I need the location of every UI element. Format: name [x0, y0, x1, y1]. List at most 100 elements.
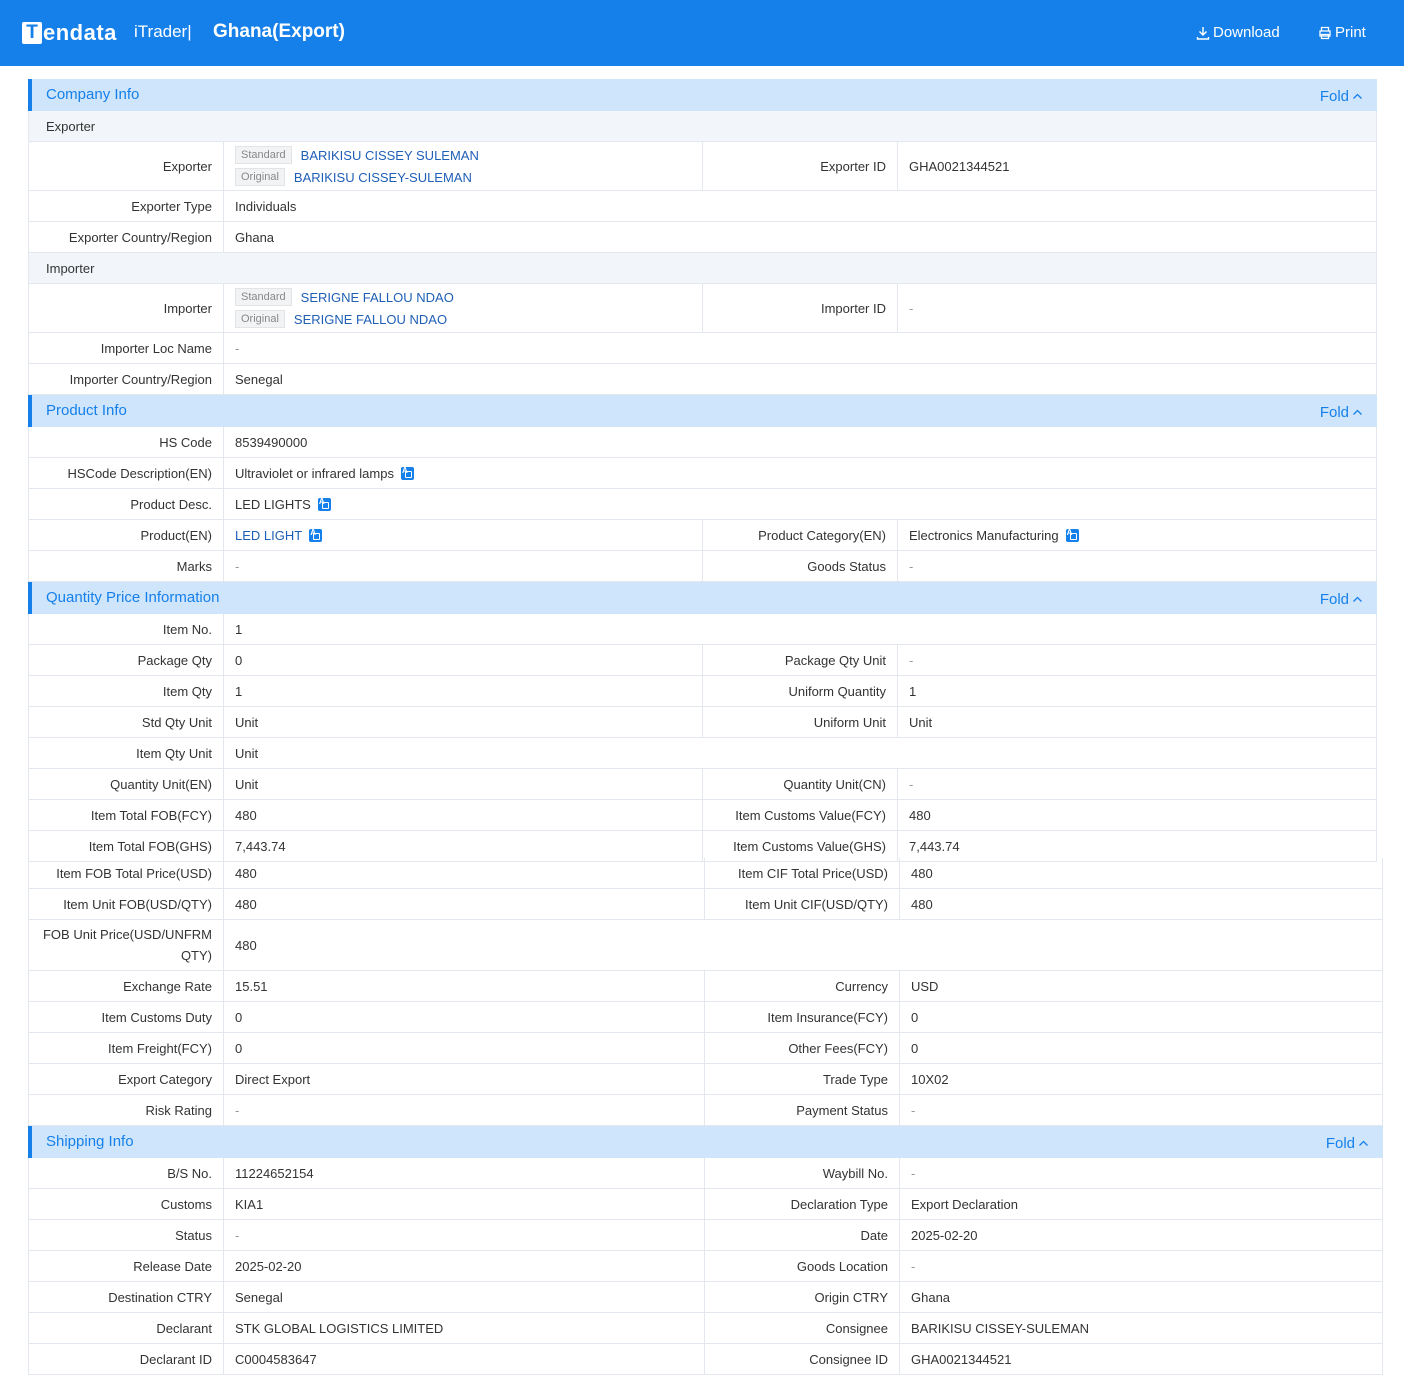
table-row: Declarant STK GLOBAL LOGISTICS LIMITED Con…: [28, 1313, 1383, 1344]
product-name: iTrader|: [134, 22, 192, 41]
field-label: Item Qty: [29, 676, 224, 706]
table-row: Customs KIA1 Declaration Type Export Declar…: [28, 1189, 1383, 1220]
importer-row: Importer Standard SERIGNE FALLOU NDAO Ori…: [28, 284, 1377, 333]
field-label: Exchange Rate: [29, 971, 224, 1001]
table-row: Item FOB Total Price(USD) 480 Item CIF Tot…: [28, 858, 1383, 889]
field-label: Exporter Country/Region: [29, 222, 224, 252]
shipping-info-header: Shipping Info Fold: [28, 1126, 1383, 1158]
chevron-up-icon: [1359, 1140, 1368, 1146]
product-en-link[interactable]: LED LIGHT: [235, 528, 302, 543]
exporter-original-link[interactable]: BARIKISU CISSEY-SULEMAN: [294, 170, 472, 185]
field-value: 0: [224, 1033, 705, 1063]
translate-icon[interactable]: [1065, 528, 1079, 542]
field-label: Goods Location: [705, 1251, 900, 1281]
product-en-row: Product(EN) LED LIGHT Product Category(E…: [28, 520, 1377, 551]
field-label: HS Code: [29, 427, 224, 457]
importer-standard-link[interactable]: SERIGNE FALLOU NDAO: [301, 290, 454, 305]
table-row: Exchange Rate 15.51 Currency USD: [28, 971, 1383, 1002]
quantity-rows-b: Item FOB Total Price(USD) 480 Item CIF Tot…: [28, 858, 1383, 1126]
field-value: KIA1: [224, 1189, 705, 1219]
field-label: Item Insurance(FCY): [705, 1002, 900, 1032]
field-value: Senegal: [235, 371, 283, 387]
field-value: Ghana: [235, 229, 275, 245]
fold-toggle[interactable]: Fold: [1326, 1135, 1369, 1152]
logo-mark: T: [22, 22, 42, 44]
field-value: Senegal: [224, 1282, 705, 1312]
field-label: Item Total FOB(GHS): [29, 831, 224, 861]
field-value: 0: [911, 1009, 919, 1025]
field-label: HSCode Description(EN): [29, 458, 224, 488]
section-title: Quantity Price Information: [46, 589, 220, 606]
hs-code-row: HS Code 8539490000: [28, 427, 1377, 458]
print-button[interactable]: Print: [1318, 24, 1366, 41]
exporter-standard-link[interactable]: BARIKISU CISSEY SULEMAN: [301, 148, 479, 163]
field-label: Origin CTRY: [705, 1282, 900, 1312]
field-value: Unit: [235, 745, 259, 761]
field-value: 11224652154: [224, 1158, 705, 1188]
field-value: 480: [909, 807, 931, 823]
field-label: Export Category: [29, 1064, 224, 1094]
fold-label: Fold: [1319, 591, 1349, 608]
field-value: 480: [224, 800, 703, 830]
hs-desc-text: Ultraviolet or infrared lamps: [235, 465, 394, 481]
product-info-header: Product Info Fold: [28, 395, 1377, 427]
field-label: Release Date: [29, 1251, 224, 1281]
logo-text: endata: [43, 20, 117, 45]
translate-icon[interactable]: [317, 497, 331, 511]
field-label: Waybill No.: [705, 1158, 900, 1188]
field-label: Goods Status: [703, 551, 898, 581]
field-value: -: [224, 1220, 705, 1250]
field-value: Ghana: [911, 1289, 951, 1305]
translate-icon[interactable]: [309, 528, 323, 542]
fold-toggle[interactable]: Fold: [1320, 88, 1363, 105]
field-label: Item Freight(FCY): [29, 1033, 224, 1063]
translate-icon[interactable]: [400, 466, 414, 480]
field-label: Currency: [705, 971, 900, 1001]
field-label: Consignee ID: [705, 1344, 900, 1374]
field-label: Quantity Unit(EN): [29, 769, 224, 799]
field-label: Exporter Type: [29, 191, 224, 221]
tendata-logo: Tendata: [22, 19, 117, 47]
section-title: Shipping Info: [46, 1133, 134, 1150]
table-row: Item Customs Duty 0 Item Insurance(FCY) 0: [28, 1002, 1383, 1033]
field-label: Importer Loc Name: [29, 333, 224, 363]
field-value: Electronics Manufacturing: [898, 520, 1376, 550]
fold-label: Fold: [1319, 404, 1349, 421]
importer-original-link[interactable]: SERIGNE FALLOU NDAO: [294, 312, 447, 327]
field-label: Importer: [29, 284, 224, 332]
field-label: Quantity Unit(CN): [703, 769, 898, 799]
field-value: 8539490000: [235, 434, 308, 450]
field-label: Exporter: [29, 142, 224, 190]
chevron-up-icon: [1353, 596, 1362, 602]
field-value: 2025-02-20: [224, 1251, 705, 1281]
shipping-rows: B/S No. 11224652154 Waybill No. - Customs KIA…: [28, 1158, 1383, 1375]
print-label: Print: [1335, 24, 1366, 41]
field-value: 480: [911, 865, 933, 881]
download-button[interactable]: Download: [1196, 24, 1280, 41]
field-value: 0: [224, 645, 703, 675]
fold-toggle[interactable]: Fold: [1320, 404, 1363, 421]
table-row: Std Qty Unit Unit Uniform Unit Unit: [28, 707, 1377, 738]
chevron-up-icon: [1353, 93, 1362, 99]
field-label: Exporter ID: [703, 142, 898, 190]
field-value: 480: [911, 896, 933, 912]
exporter-value: Standard BARIKISU CISSEY SULEMAN Original…: [224, 142, 703, 190]
field-label: Item Unit CIF(USD/QTY): [705, 889, 900, 919]
field-label: Item Customs Duty: [29, 1002, 224, 1032]
field-label: Item Total FOB(FCY): [29, 800, 224, 830]
product-desc-row: Product Desc. LED LIGHTS: [28, 489, 1377, 520]
field-value: Individuals: [235, 198, 297, 214]
field-value: -: [911, 1165, 916, 1181]
fold-toggle[interactable]: Fold: [1320, 591, 1363, 608]
table-row: Release Date 2025-02-20 Goods Location -: [28, 1251, 1383, 1282]
field-label: Item Qty Unit: [29, 738, 224, 768]
field-value: USD: [911, 978, 939, 994]
field-label: Uniform Unit: [703, 707, 898, 737]
standard-tag: Standard: [235, 288, 292, 306]
download-label: Download: [1213, 24, 1280, 41]
field-label: Declaration Type: [705, 1189, 900, 1219]
field-label: B/S No.: [29, 1158, 224, 1188]
hs-desc-row: HSCode Description(EN) Ultraviolet or in…: [28, 458, 1377, 489]
field-value: Direct Export: [224, 1064, 705, 1094]
field-label: Date: [705, 1220, 900, 1250]
